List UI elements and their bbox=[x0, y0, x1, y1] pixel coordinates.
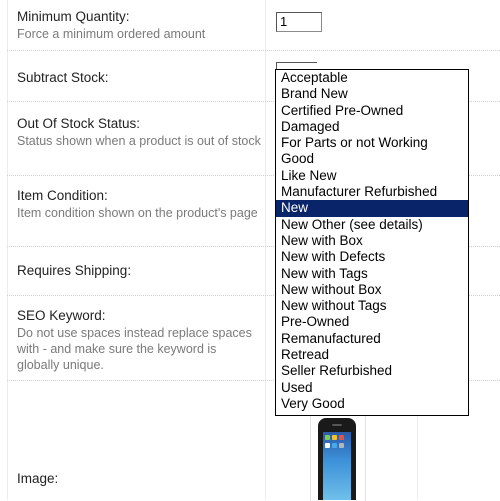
image-label: Image: bbox=[17, 471, 59, 486]
app-icon bbox=[325, 435, 330, 440]
phone-thumbnail-icon[interactable] bbox=[318, 418, 356, 500]
subtract-stock-label: Subtract Stock: bbox=[17, 70, 109, 85]
minimum-quantity-help: Force a minimum ordered amount bbox=[17, 27, 206, 41]
condition-option[interactable]: New without Tags bbox=[276, 298, 468, 314]
condition-option[interactable]: New Other (see details) bbox=[276, 217, 468, 233]
condition-option[interactable]: Very Good bbox=[276, 396, 468, 412]
condition-option[interactable]: Like New bbox=[276, 168, 468, 184]
condition-option[interactable]: Damaged bbox=[276, 119, 468, 135]
item-condition-dropdown-list[interactable]: Acceptable Brand New Certified Pre-Owned Da… bbox=[275, 69, 469, 416]
condition-option[interactable]: Remanufactured bbox=[276, 331, 468, 347]
condition-option[interactable]: For Parts or not Working bbox=[276, 135, 468, 151]
app-icon bbox=[332, 435, 337, 440]
seo-keyword-label: SEO Keyword: bbox=[17, 308, 106, 323]
seo-keyword-help: Do not use spaces instead replace spaces… bbox=[17, 326, 252, 372]
condition-option[interactable]: Manufacturer Refurbished bbox=[276, 184, 468, 200]
condition-option[interactable]: New with Defects bbox=[276, 249, 468, 265]
phone-speaker-icon bbox=[332, 424, 342, 426]
condition-option[interactable]: Seller Refurbished bbox=[276, 363, 468, 379]
condition-option[interactable]: Pre-Owned bbox=[276, 314, 468, 330]
minimum-quantity-input[interactable] bbox=[276, 12, 322, 32]
condition-option[interactable]: Certified Pre-Owned bbox=[276, 103, 468, 119]
condition-option[interactable]: Used bbox=[276, 380, 468, 396]
app-icon bbox=[339, 435, 344, 440]
out-of-stock-status-help: Status shown when a product is out of st… bbox=[17, 134, 261, 148]
app-icon bbox=[325, 443, 330, 448]
condition-option[interactable]: New without Box bbox=[276, 282, 468, 298]
row-minimum-quantity: Minimum Quantity: Force a minimum ordere… bbox=[7, 0, 500, 51]
phone-screen bbox=[323, 432, 351, 500]
app-icon bbox=[332, 443, 337, 448]
condition-option[interactable]: New with Tags bbox=[276, 266, 468, 282]
condition-option[interactable]: Brand New bbox=[276, 86, 468, 102]
condition-option[interactable]: New bbox=[276, 200, 468, 217]
out-of-stock-status-label: Out Of Stock Status: bbox=[17, 116, 141, 131]
condition-option[interactable]: Retread bbox=[276, 347, 468, 363]
requires-shipping-label: Requires Shipping: bbox=[17, 263, 132, 278]
item-condition-label: Item Condition: bbox=[17, 188, 108, 203]
app-icon bbox=[339, 443, 344, 448]
condition-option[interactable]: Acceptable bbox=[276, 70, 468, 86]
condition-option[interactable]: New with Box bbox=[276, 233, 468, 249]
item-condition-help: Item condition shown on the product's pa… bbox=[17, 206, 258, 220]
minimum-quantity-label: Minimum Quantity: bbox=[17, 9, 130, 24]
condition-option[interactable]: Good bbox=[276, 151, 468, 167]
